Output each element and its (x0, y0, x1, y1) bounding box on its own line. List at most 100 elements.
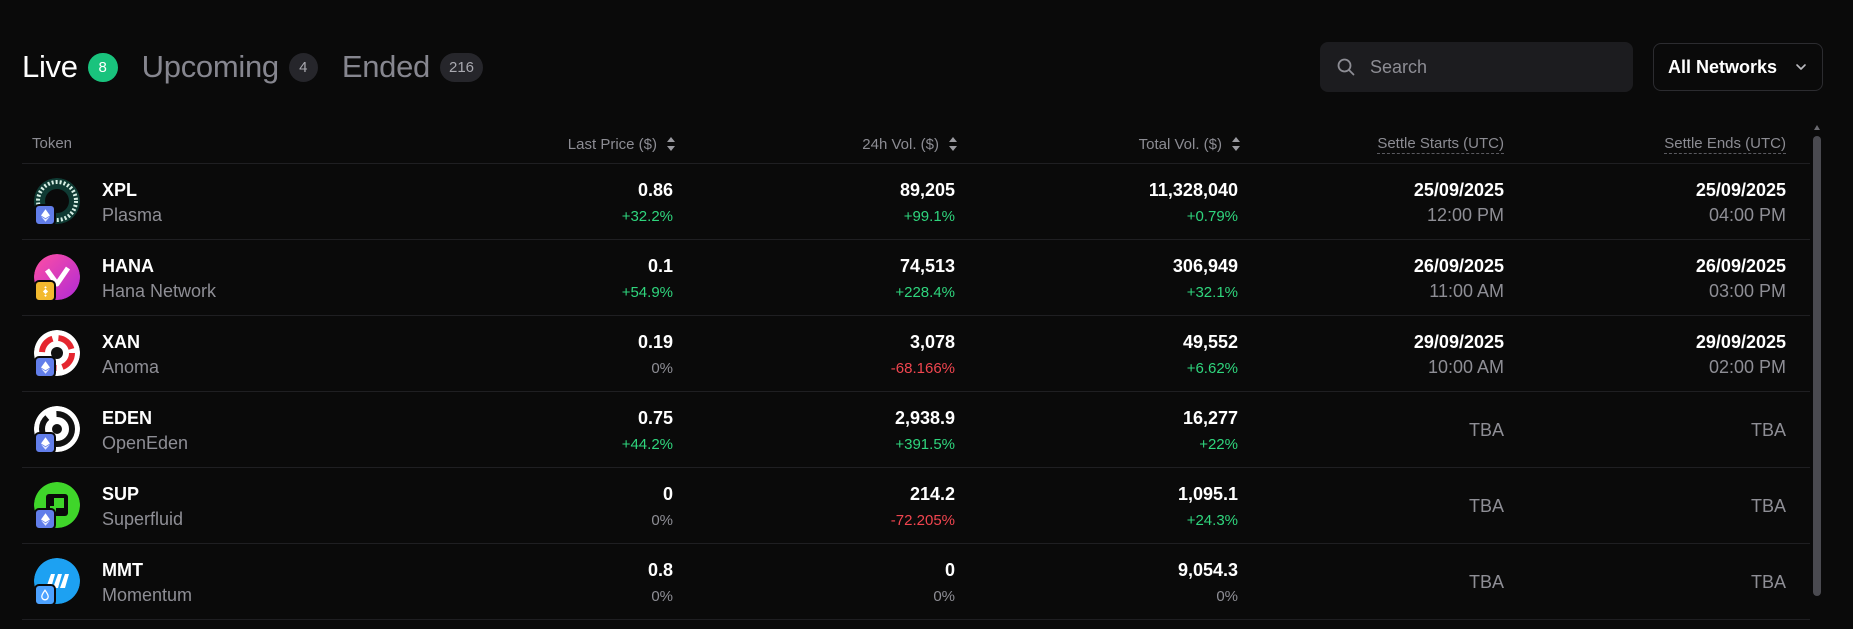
col-total-vol-label: Total Vol. ($) (1138, 135, 1222, 153)
ethereum-icon (34, 204, 56, 226)
token-name: Superfluid (102, 509, 184, 529)
tab-ended-count: 216 (439, 52, 484, 82)
token-name: Hana Network (102, 281, 217, 301)
search-icon (1337, 58, 1355, 76)
chevron-down-icon (1796, 64, 1806, 70)
col-24h-vol[interactable]: 24h Vol. ($) (862, 135, 958, 153)
col-last-price-label: Last Price ($) (567, 135, 657, 153)
vol24-change: +228.4% (895, 284, 955, 301)
last-price-value: 0.75 (637, 408, 673, 428)
settle-end-date: 25/09/2025 (1695, 180, 1786, 200)
vol24-value: 3,078 (909, 332, 955, 352)
last-price-change: +44.2% (621, 436, 673, 453)
col-last-price[interactable]: Last Price ($) (568, 135, 676, 153)
total-vol-value: 16,277 (1182, 408, 1238, 428)
col-settle-ends-label: Settle Ends (UTC) (1664, 135, 1786, 154)
total-vol-change: +24.3% (1186, 512, 1238, 529)
total-vol-value: 9,054.3 (1177, 560, 1238, 580)
col-settle-ends: Settle Ends (UTC) (1664, 135, 1786, 154)
token-symbol: HANA (102, 256, 154, 276)
col-token-label: Token (32, 135, 73, 152)
settle-start-date: 29/09/2025 (1413, 332, 1504, 352)
settle-start-tba: TBA (1468, 572, 1504, 592)
total-vol-change: 0% (1216, 588, 1238, 605)
sort-icon (949, 137, 957, 151)
last-price-value: 0.1 (647, 256, 673, 276)
last-price-value: 0 (662, 484, 673, 504)
market-table: Token Last Price ($) 24h Vol. ($) Total … (22, 124, 1810, 620)
settle-start-time: 10:00 AM (1427, 357, 1504, 377)
last-price-change: +54.9% (621, 284, 673, 301)
last-price-value: 0.86 (637, 180, 673, 200)
tab-ended[interactable]: Ended 216 (341, 49, 484, 85)
tab-live-count: 8 (87, 52, 118, 82)
vol24-value: 89,205 (899, 180, 955, 200)
token-name: Plasma (102, 205, 163, 225)
bnb-chain-icon (34, 280, 56, 302)
token-symbol: EDEN (102, 408, 153, 428)
tab-upcoming-label: Upcoming (141, 49, 279, 84)
tab-upcoming[interactable]: Upcoming 4 (142, 49, 318, 85)
col-settle-starts-label: Settle Starts (UTC) (1377, 135, 1504, 154)
total-vol-change: +6.62% (1186, 360, 1238, 377)
settle-end-time: 03:00 PM (1708, 281, 1786, 301)
col-total-vol[interactable]: Total Vol. ($) (1139, 135, 1241, 153)
network-select[interactable]: All Networks (1653, 43, 1823, 91)
table-row[interactable]: HANA Hana Network 0.1 +54.9% 74,513 +228… (22, 240, 1810, 316)
settle-start-date: 25/09/2025 (1413, 180, 1504, 200)
sort-icon (667, 137, 675, 151)
token-symbol: XPL (102, 180, 138, 200)
settle-end-tba: TBA (1750, 420, 1786, 440)
table-row[interactable]: EDEN OpenEden 0.75 +44.2% 2,938.9 +391.5… (22, 392, 1810, 468)
table-row[interactable]: SUP Superfluid 0 0% 214.2 -72.205% 1,095… (22, 468, 1810, 544)
last-price-change: 0% (651, 512, 673, 529)
token-symbol: SUP (102, 484, 140, 504)
table-row[interactable]: XPL Plasma 0.86 +32.2% 89,205 +99.1% 11,… (22, 164, 1810, 240)
last-price-change: +32.2% (621, 208, 673, 225)
last-price-change: 0% (651, 588, 673, 605)
settle-end-tba: TBA (1750, 496, 1786, 516)
vol24-change: -72.205% (890, 512, 955, 529)
vol24-change: 0% (933, 588, 955, 605)
token-name: Anoma (102, 357, 160, 377)
tab-ended-label: Ended (341, 49, 430, 84)
total-vol-change: +22% (1199, 436, 1238, 453)
settle-start-time: 12:00 PM (1426, 205, 1504, 225)
ethereum-icon (34, 356, 56, 378)
settle-start-tba: TBA (1468, 496, 1504, 516)
search-box[interactable] (1320, 42, 1633, 92)
vol24-value: 0 (944, 560, 955, 580)
col-24h-vol-label: 24h Vol. ($) (862, 135, 939, 153)
total-vol-value: 49,552 (1182, 332, 1238, 352)
settle-end-date: 26/09/2025 (1695, 256, 1786, 276)
table-row[interactable]: XAN Anoma 0.19 0% 3,078 -68.166% 49,552 … (22, 316, 1810, 392)
vol24-value: 2,938.9 (894, 408, 955, 428)
last-price-change: 0% (651, 360, 673, 377)
settle-start-date: 26/09/2025 (1413, 256, 1504, 276)
table-row[interactable]: MMT Momentum 0.8 0% 0 0% 9,054.3 0% TBA … (22, 544, 1810, 620)
network-select-label: All Networks (1668, 56, 1778, 77)
total-vol-value: 306,949 (1172, 256, 1238, 276)
vol24-value: 74,513 (899, 256, 955, 276)
token-name: OpenEden (102, 433, 189, 453)
scroll-up-arrow-icon[interactable] (1813, 124, 1821, 132)
vol24-value: 214.2 (909, 484, 955, 504)
tab-live[interactable]: Live 8 (22, 49, 118, 85)
scrollbar-thumb[interactable] (1813, 136, 1821, 596)
vol24-change: -68.166% (890, 360, 955, 377)
total-vol-change: +32.1% (1186, 284, 1238, 301)
ethereum-icon (34, 508, 56, 530)
tab-upcoming-count: 4 (288, 52, 318, 82)
total-vol-value: 11,328,040 (1148, 180, 1238, 200)
search-input[interactable] (1370, 56, 1620, 78)
total-vol-value: 1,095.1 (1177, 484, 1238, 504)
col-settle-starts: Settle Starts (UTC) (1377, 135, 1504, 154)
table-header: Token Last Price ($) 24h Vol. ($) Total … (22, 124, 1810, 164)
col-token: Token (32, 135, 72, 152)
settle-end-time: 02:00 PM (1708, 357, 1786, 377)
last-price-value: 0.19 (637, 332, 673, 352)
settle-start-time: 11:00 AM (1429, 281, 1504, 301)
vol24-change: +391.5% (895, 436, 955, 453)
token-symbol: XAN (102, 332, 141, 352)
settle-end-time: 04:00 PM (1708, 205, 1786, 225)
